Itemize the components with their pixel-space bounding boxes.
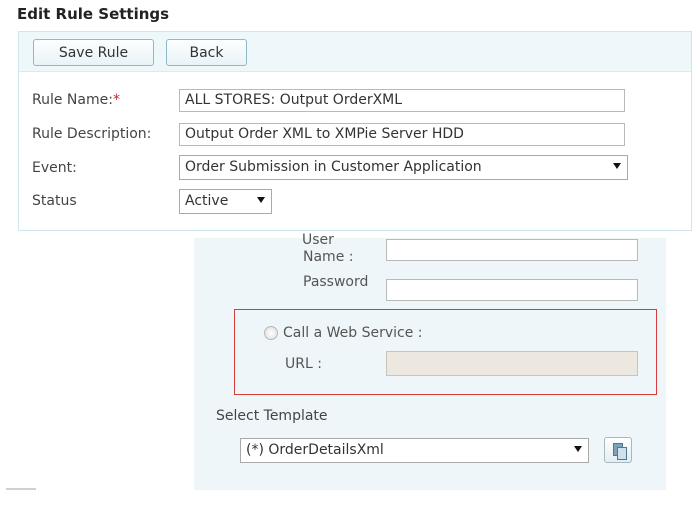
rule-name-label: Rule Name:* [32,92,120,108]
rule-description-field[interactable]: Output Order XML to XMPie Server HDD [179,123,625,146]
event-select[interactable]: Order Submission in Customer Application [179,155,628,180]
user-name-label-line2: Name : [303,249,354,265]
status-select-value: Active [185,193,229,209]
rule-name-label-text: Rule Name: [32,92,113,108]
password-field[interactable] [386,279,638,301]
chevron-down-icon [257,197,265,203]
url-label: URL : [285,356,322,372]
event-label: Event: [32,160,77,176]
save-rule-button[interactable]: Save Rule [33,39,154,66]
rule-name-field[interactable]: ALL STORES: Output OrderXML [179,89,625,112]
status-label: Status [32,193,77,209]
chevron-down-icon [613,163,621,169]
back-button[interactable]: Back [166,39,247,66]
copy-template-button[interactable] [604,437,632,463]
template-select-value: (*) OrderDetailsXml [246,442,384,458]
template-select[interactable]: (*) OrderDetailsXml [240,438,589,463]
required-marker: * [112,92,120,108]
url-field[interactable] [386,351,638,376]
web-service-label: Call a Web Service : [283,325,423,341]
user-name-label-line1: User [302,232,334,248]
password-label: Password [303,274,369,290]
status-select[interactable]: Active [179,189,272,214]
panel-divider [18,230,692,231]
web-service-radio[interactable] [264,326,278,340]
page-title: Edit Rule Settings [17,5,170,23]
chevron-down-icon [574,446,582,452]
divider [6,488,36,490]
rule-description-label: Rule Description: [32,126,152,142]
select-template-label: Select Template [216,408,328,424]
toolbar: Save Rule Back [19,32,691,72]
user-name-field[interactable] [386,239,638,261]
rule-settings-panel: Save Rule Back Rule Name:* ALL STORES: O… [18,31,692,231]
event-select-value: Order Submission in Customer Application [185,159,482,175]
